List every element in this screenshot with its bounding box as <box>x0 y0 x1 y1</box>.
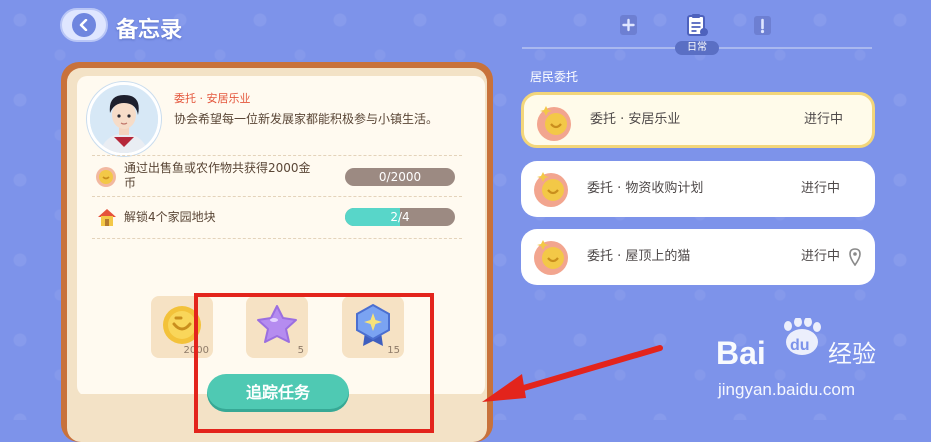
highlight-box <box>194 293 434 433</box>
divider <box>92 238 462 240</box>
quest-list-item-name: 委托 · 安居乐业 <box>590 112 681 127</box>
tab-memo-add-icon[interactable] <box>616 12 642 38</box>
quest-list-item-status: 进行中 <box>801 249 841 264</box>
section-label: 居民委托 <box>530 70 579 84</box>
page-title: 备忘录 <box>116 18 183 43</box>
quest-coin-icon <box>534 172 568 207</box>
quest-list-item[interactable]: 委托 · 安居乐业 进行中 <box>521 92 875 148</box>
quest-list-item-status: 进行中 <box>804 112 844 127</box>
tab-daily-label: 日常 <box>675 41 719 55</box>
task-progress-bar: 2/4 <box>345 208 455 226</box>
tab-daily-clipboard-icon[interactable] <box>684 12 710 38</box>
quest-list-item[interactable]: 委托 · 物资收购计划 进行中 <box>521 161 875 217</box>
watermark-url: jingyan.baidu.com <box>718 380 856 399</box>
quest-list-item-name: 委托 · 物资收购计划 <box>587 181 704 196</box>
baidu-watermark: Bai du 经验 jingyan.baidu.com <box>716 318 916 408</box>
quest-list-item-status: 进行中 <box>801 181 841 196</box>
quest-list-item[interactable]: 委托 · 屋顶上的猫 进行中 <box>521 229 875 285</box>
divider <box>92 196 462 198</box>
coin-icon <box>96 167 116 187</box>
progress-label: 2/4 <box>390 210 410 224</box>
task-progress-bar: 0/2000 <box>345 168 455 186</box>
quest-list-item-name: 委托 · 屋顶上的猫 <box>587 249 691 264</box>
task-text-line2: 币 <box>124 176 137 190</box>
watermark-bai: Bai <box>716 335 766 371</box>
back-button[interactable] <box>60 8 108 42</box>
baidu-paw-logo: Bai du 经验 <box>716 318 876 371</box>
task-text: 解锁4个家园地块 <box>124 210 216 224</box>
red-arrow-annotation <box>482 345 663 402</box>
watermark-jingyan: 经验 <box>828 340 876 368</box>
npc-avatar <box>87 82 161 156</box>
back-arrow-icon <box>72 13 96 37</box>
tab-notice-icon[interactable] <box>750 12 776 38</box>
quest-coin-icon <box>537 106 571 141</box>
quest-coin-icon <box>534 240 568 275</box>
location-pin-icon[interactable] <box>849 248 861 266</box>
quest-description: 协会希望每一位新发展家都能积极参与小镇生活。 <box>174 112 439 126</box>
progress-label: 0/2000 <box>378 170 422 184</box>
task-text-line1: 通过出售鱼或农作物共获得2000金 <box>124 161 311 175</box>
task-text: 通过出售鱼或农作物共获得2000金 币 <box>124 161 311 191</box>
quest-title: 委托 · 安居乐业 <box>174 92 251 105</box>
watermark-du: du <box>790 337 810 354</box>
divider <box>92 155 462 157</box>
house-icon <box>98 209 116 226</box>
